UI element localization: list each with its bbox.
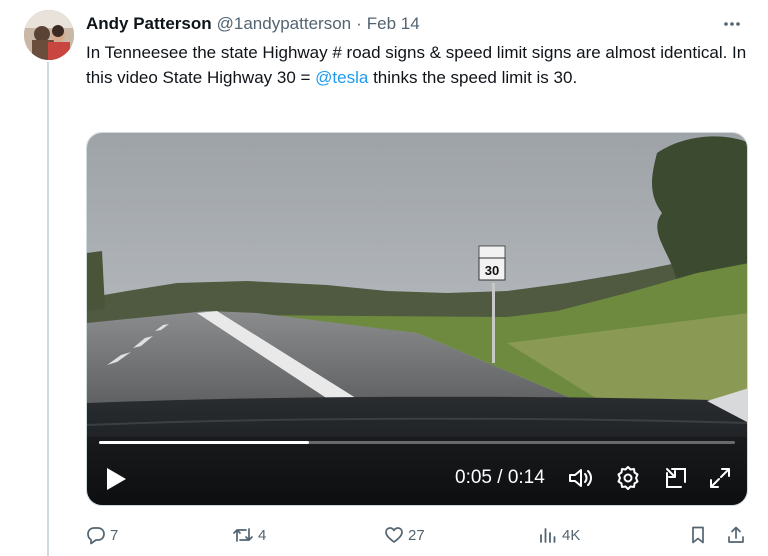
video-progress-fill [99,441,309,444]
bookmark-button[interactable] [688,520,712,550]
tweet-header: Andy Patterson @1andypatterson · Feb 14 [86,12,754,36]
tweet[interactable]: Andy Patterson @1andypatterson · Feb 14 … [0,0,768,556]
separator-dot: · [356,14,362,33]
more-options-icon[interactable] [720,12,744,36]
view-count: 4K [562,526,581,544]
bookmark-icon [692,526,704,544]
repost-count: 4 [258,526,267,544]
reply-count: 7 [110,526,119,544]
current-time: 0:05 [455,467,492,488]
volume-icon[interactable] [567,465,593,491]
thread-line [47,62,49,556]
user-handle[interactable]: @1andypatterson [217,14,351,34]
repost-button[interactable]: 4 [232,520,266,550]
reply-button[interactable]: 7 [86,520,118,550]
tweet-date[interactable]: Feb 14 [367,14,420,34]
settings-icon[interactable] [615,465,641,491]
video-controls: 0:05 / 0:14 [87,435,747,505]
picture-in-picture-icon[interactable] [663,465,689,491]
heart-icon [385,527,403,543]
video-progress-bar[interactable] [99,441,735,444]
views-button[interactable]: 4K [538,520,580,550]
tweet-actions: 7 4 27 4K [86,520,750,550]
play-icon[interactable] [105,467,129,493]
fullscreen-icon[interactable] [707,465,733,491]
video-time-readout: 0:05 / 0:14 [455,467,545,489]
reply-icon [87,527,105,545]
share-icon [728,526,744,543]
like-count: 27 [408,526,425,544]
mention-link[interactable]: @tesla [315,68,368,87]
time-separator: / [491,467,508,488]
road-sign-number: 30 [485,263,499,278]
tweet-text-after: thinks the speed limit is 30. [368,68,578,87]
video-player[interactable]: 30 0:05 / 0:14 [86,132,748,506]
repost-icon [233,528,253,542]
analytics-icon [540,528,556,543]
video-duration: 0:14 [507,467,545,488]
avatar[interactable] [24,10,74,60]
display-name[interactable]: Andy Patterson [86,14,212,34]
tweet-text: In Tenneesee the state Highway # road si… [86,40,756,90]
like-button[interactable]: 27 [384,520,425,550]
share-button[interactable] [726,520,750,550]
